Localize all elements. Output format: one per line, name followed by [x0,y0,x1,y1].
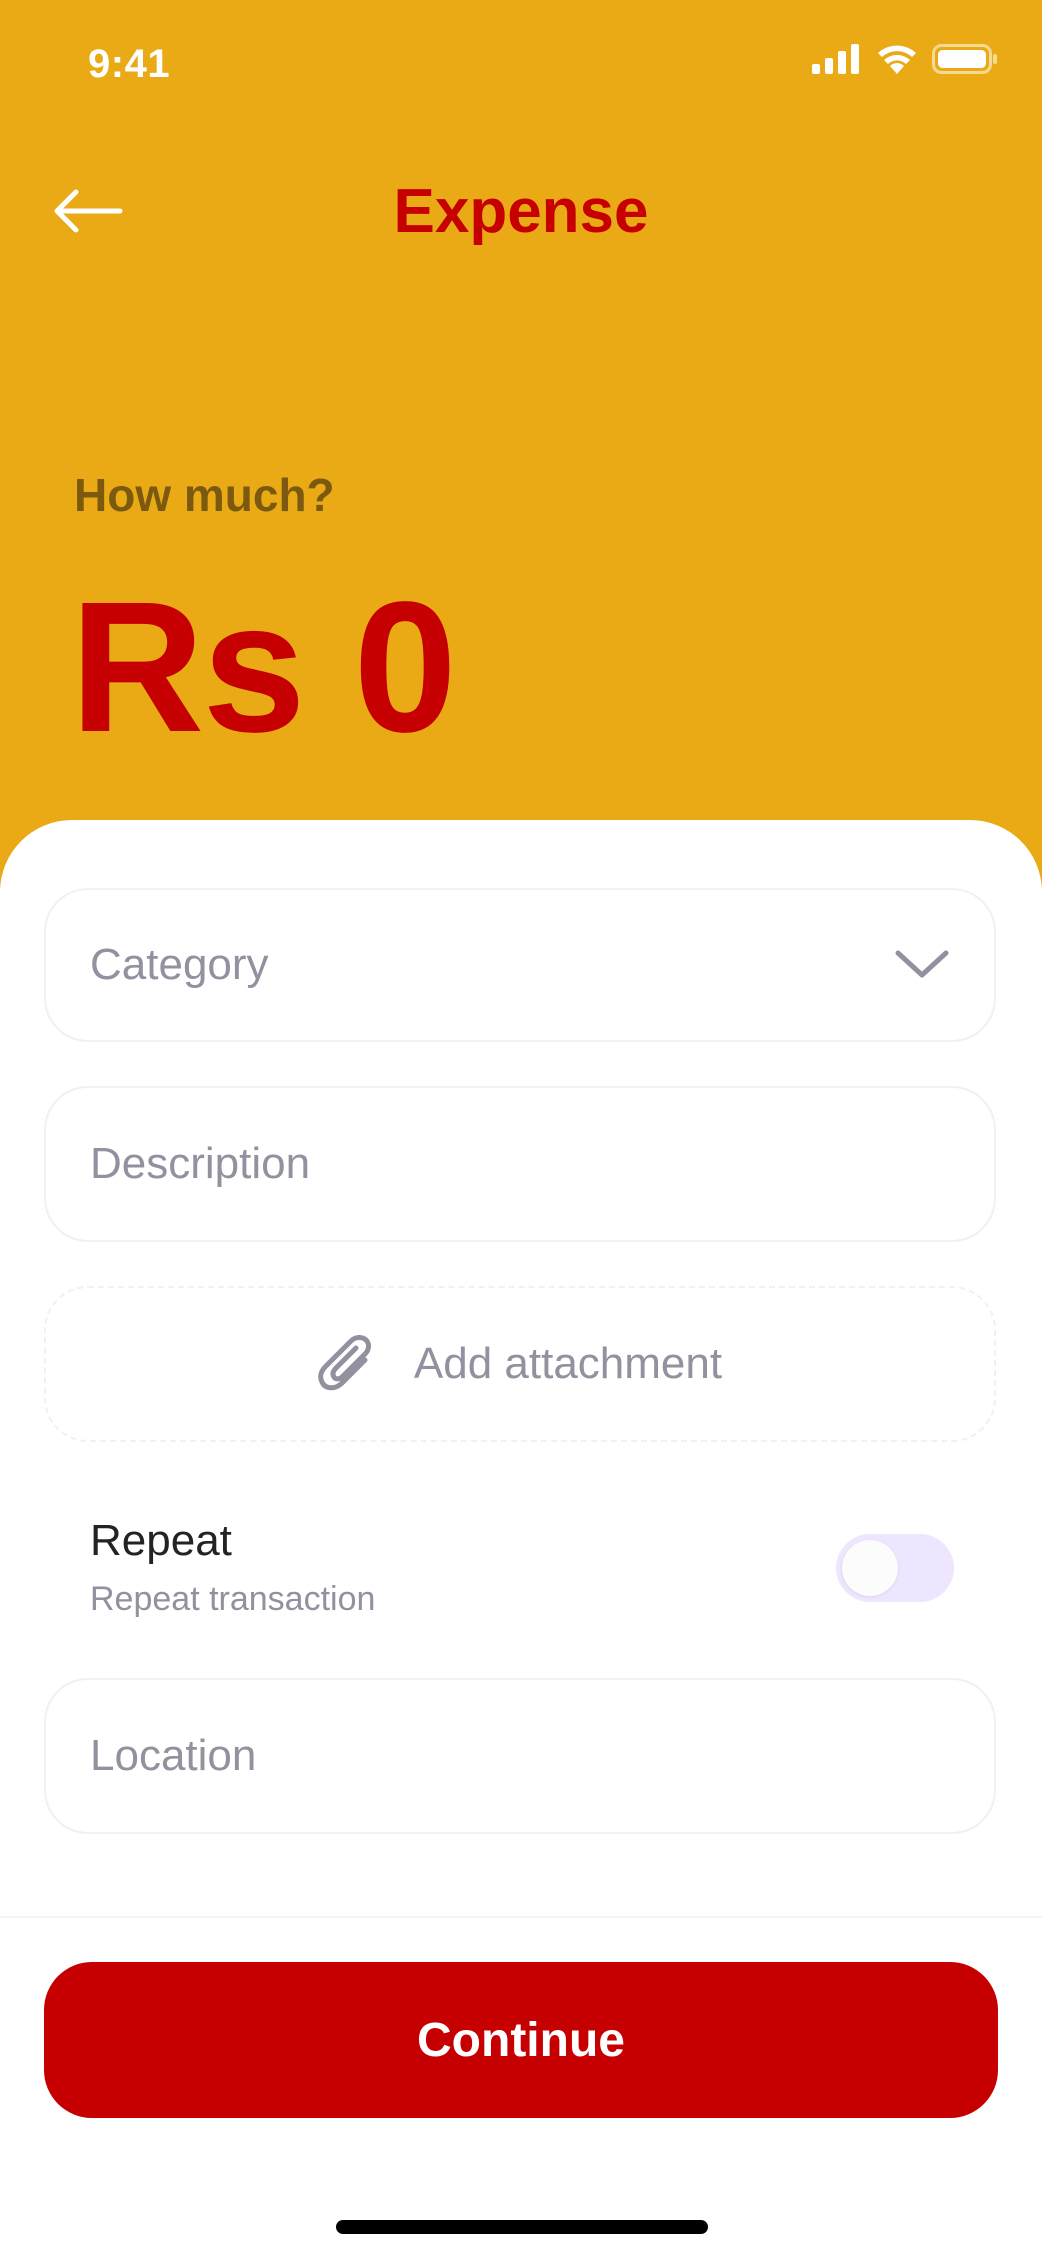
page-title: Expense [393,177,649,246]
description-placeholder: Description [90,1139,311,1188]
cellular-signal-icon [812,44,859,74]
amount-display[interactable]: Rs 0 [70,575,457,761]
category-placeholder: Category [90,940,269,989]
add-attachment-label: Add attachment [413,1339,723,1388]
repeat-toggle[interactable] [836,1534,954,1602]
chevron-down-icon [895,950,949,978]
home-indicator [336,2220,708,2234]
paperclip-icon [318,1335,371,1391]
repeat-subtitle: Repeat transaction [90,1580,376,1618]
add-attachment-button[interactable]: Add attachment [44,1286,996,1442]
divider [0,1916,1042,1918]
location-field[interactable]: Location [44,1678,996,1834]
description-field[interactable]: Description [44,1086,996,1242]
expense-screen: 9:41 Expense How much? Rs 0 Category Des… [0,0,1042,2256]
category-select[interactable]: Category [44,888,996,1042]
amount-value: 0 [353,564,456,771]
amount-currency: Rs [70,564,306,771]
battery-icon [932,44,997,74]
repeat-title: Repeat [90,1516,232,1565]
status-time: 9:41 [88,42,171,86]
amount-label: How much? [74,469,335,521]
location-placeholder: Location [90,1731,257,1780]
wifi-icon [878,45,916,74]
repeat-toggle-knob [842,1540,898,1596]
form-sheet: Category Description Add attachment Repe… [0,820,1042,2256]
status-icons [812,44,998,74]
continue-button[interactable]: Continue [44,1962,998,2118]
